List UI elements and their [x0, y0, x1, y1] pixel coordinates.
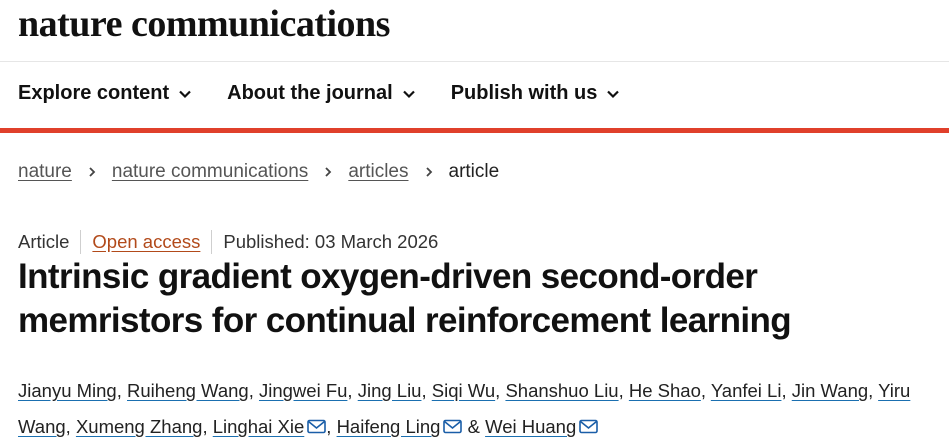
nav-label: Publish with us [450, 82, 598, 104]
email-icon[interactable] [443, 419, 463, 434]
published-date: Published: 03 March 2026 [223, 231, 439, 252]
main-nav: Explore content About the journal Publis… [18, 82, 621, 105]
author-link[interactable]: Jingwei Fu [259, 380, 347, 401]
breadcrumb-nature[interactable]: nature [18, 161, 72, 183]
author-link[interactable]: Shanshuo Liu [505, 380, 618, 401]
article-type: Article [18, 231, 70, 252]
nav-label: About the journal [227, 82, 393, 104]
open-access-link[interactable]: Open access [92, 231, 200, 253]
header-divider [0, 61, 949, 62]
author-link[interactable]: Yiru [878, 380, 910, 401]
chevron-down-icon [607, 90, 620, 98]
breadcrumb-articles[interactable]: articles [348, 161, 408, 183]
author-link[interactable]: Jin Wang [792, 380, 868, 401]
email-icon[interactable] [307, 419, 327, 434]
chevron-down-icon [402, 90, 415, 98]
meta-divider [211, 230, 213, 254]
title-line-1: Intrinsic gradient oxygen-driven second-… [18, 257, 758, 296]
title-line-2: memristors for continual reinforcement l… [18, 301, 792, 340]
author-link[interactable]: Wang [18, 416, 66, 437]
author-link[interactable]: Siqi Wu [432, 380, 495, 401]
author-line-1: Jianyu Ming, Ruiheng Wang, Jingwei Fu, J… [18, 380, 911, 401]
article-meta: Article Open access Published: 03 March … [18, 230, 438, 254]
email-icon[interactable] [579, 419, 599, 434]
nav-about-journal[interactable]: About the journal [227, 82, 417, 105]
author-link[interactable]: Wei Huang [485, 416, 576, 437]
author-link[interactable]: Xumeng Zhang [76, 416, 203, 437]
chevron-down-icon [179, 90, 191, 98]
accent-bar [0, 128, 949, 133]
author-ampersand: & [467, 416, 480, 437]
author-link[interactable]: Yanfei Li [711, 380, 782, 401]
breadcrumb-current: article [448, 161, 500, 182]
article-title: Intrinsic gradient oxygen-driven second-… [18, 255, 928, 343]
breadcrumb: nature nature communications articles ar… [18, 161, 499, 183]
chevron-right-icon [89, 167, 96, 177]
author-link[interactable]: Linghai Xie [213, 416, 305, 437]
author-link[interactable]: Ruiheng Wang [127, 380, 249, 401]
author-list: Jianyu Ming, Ruiheng Wang, Jingwei Fu, J… [18, 373, 938, 445]
author-line-2: Wang, Xumeng Zhang, Linghai Xie, Haifeng… [18, 409, 938, 445]
journal-logo[interactable]: nature communications [18, 2, 390, 46]
chevron-right-icon [325, 167, 332, 177]
nav-label: Explore content [18, 82, 170, 104]
meta-divider [80, 230, 82, 254]
author-link[interactable]: Jianyu Ming [18, 380, 117, 401]
breadcrumb-nature-communications[interactable]: nature communications [112, 161, 308, 183]
author-link[interactable]: Jing Liu [358, 380, 422, 401]
author-link[interactable]: He Shao [629, 380, 701, 401]
nav-explore-content[interactable]: Explore content [18, 82, 193, 105]
author-link[interactable]: Haifeng Ling [337, 416, 441, 437]
chevron-right-icon [425, 167, 432, 177]
nav-publish-with-us[interactable]: Publish with us [451, 82, 622, 105]
